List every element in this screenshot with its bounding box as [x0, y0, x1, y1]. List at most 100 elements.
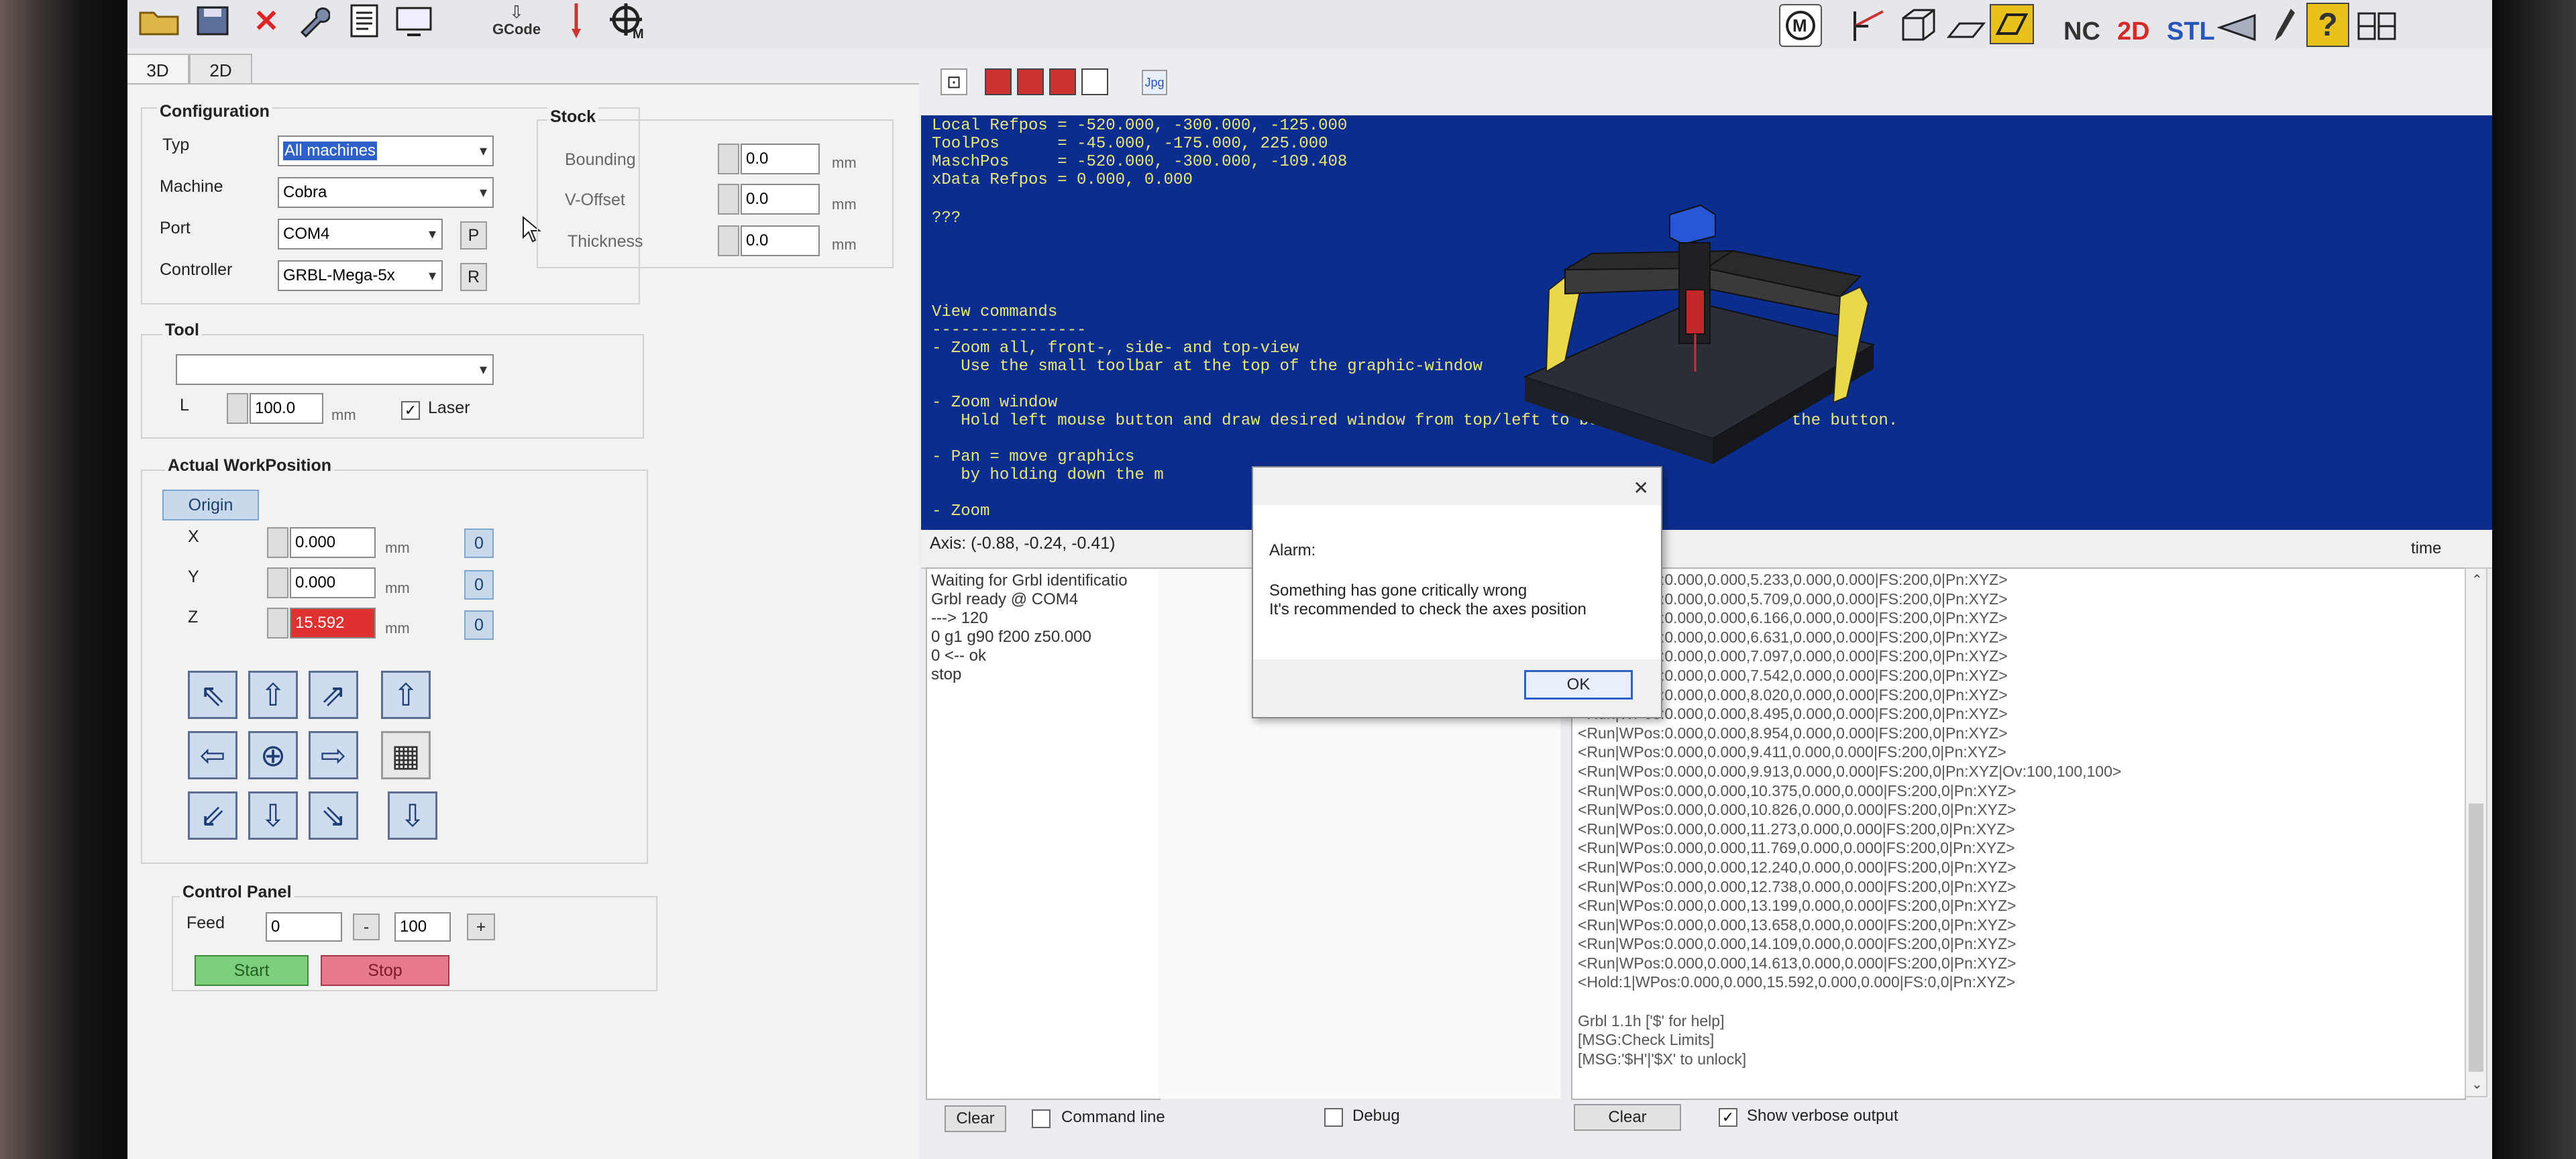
controller-r-button[interactable]: R — [460, 263, 487, 291]
x-position-input[interactable]: 0.000 — [290, 527, 376, 558]
port-p-button[interactable]: P — [460, 221, 487, 250]
tab-3d[interactable]: 3D — [127, 54, 189, 87]
tool-icon[interactable] — [2261, 4, 2308, 46]
wrench-icon[interactable] — [290, 0, 337, 42]
download-arrow-icon: ⇩ — [509, 2, 524, 22]
x-axis-label: X — [188, 527, 199, 546]
tool-length-input[interactable]: 100.0 — [250, 393, 323, 424]
view-front-button[interactable] — [985, 68, 1012, 95]
clear-left-button[interactable]: Clear — [945, 1105, 1006, 1132]
help-icon[interactable]: ? — [2306, 3, 2349, 47]
jog-down-right-button[interactable]: ⇘ — [309, 791, 358, 840]
tool-length-spinner[interactable] — [227, 393, 248, 424]
machine-target-icon[interactable]: M — [604, 0, 651, 42]
port-select[interactable]: COM4 ▾ — [278, 219, 443, 250]
typ-select[interactable]: All machines ▾ — [278, 135, 494, 166]
probe-icon[interactable] — [553, 0, 600, 42]
svg-text:M: M — [1792, 15, 1807, 36]
console-line: <Run|WPos:0.000,0.000,12.240,0.000,0.000… — [1578, 858, 2017, 876]
feed-input[interactable]: 0 — [266, 912, 342, 942]
jog-z-down-button[interactable]: ⇩ — [388, 791, 437, 840]
console-line: <Run|WPos:0.000,0.000,9.411,0.000,0.000|… — [1578, 743, 2006, 761]
jog-left-button[interactable]: ⇦ — [188, 731, 237, 779]
view-zoom-all-button[interactable]: ⊡ — [941, 68, 967, 95]
eye-icon[interactable] — [2214, 7, 2261, 48]
axes-icon[interactable] — [1845, 4, 1892, 46]
scroll-down-arrow-icon[interactable]: ⌄ — [2471, 1076, 2483, 1093]
document-icon[interactable] — [341, 0, 388, 42]
thickness-input[interactable]: 0.0 — [741, 225, 820, 256]
jpg-button[interactable]: Jpg — [1142, 70, 1167, 95]
layout-icon[interactable] — [2353, 5, 2400, 47]
layer-yellow-icon[interactable] — [1990, 4, 2034, 44]
console-line: <Run|WPos:0.000,0.000,13.658,0.000,0.000… — [1578, 916, 2017, 934]
nc-button[interactable]: NC — [2063, 17, 2100, 46]
gcode-button[interactable]: ⇩ GCode — [490, 0, 543, 42]
graphics-view[interactable]: Local Refpos = -520.000, -300.000, -125.… — [921, 115, 2492, 530]
tool-group — [141, 334, 644, 439]
axis-readout: Axis: (-0.88, -0.24, -0.41) — [930, 534, 1116, 553]
stl-button[interactable]: STL — [2167, 17, 2215, 46]
machine-select[interactable]: Cobra ▾ — [278, 177, 494, 208]
feed-plus-button[interactable]: + — [467, 914, 495, 940]
x-zero-button[interactable]: 0 — [464, 529, 494, 558]
jog-home-button[interactable]: ⊕ — [248, 731, 298, 779]
laser-checkbox[interactable]: ✓ — [401, 401, 420, 420]
jog-z-up-button[interactable]: ⇧ — [381, 671, 431, 719]
jog-down-left-button[interactable]: ⇙ — [188, 791, 237, 840]
feed-minus-button[interactable]: - — [353, 914, 380, 940]
console-output-left[interactable]: Waiting for Grbl identificatio Grbl ready… — [926, 567, 1161, 1100]
jog-up-left-button[interactable]: ⇖ — [188, 671, 237, 719]
console-line: <Hold:1|WPos:0.000,0.000,15.592,0.000,0.… — [1578, 973, 2016, 991]
debug-checkbox[interactable] — [1324, 1108, 1343, 1127]
view-top-button[interactable] — [1049, 68, 1076, 95]
cube-icon[interactable] — [1894, 4, 1941, 46]
jog-up-button[interactable]: ⇧ — [248, 671, 298, 719]
view-side-button[interactable] — [1017, 68, 1044, 95]
origin-button[interactable]: Origin — [162, 490, 259, 520]
y-zero-button[interactable]: 0 — [464, 570, 494, 600]
console-output-right[interactable]: <Run|WPos:0.000,0.000,5.233,0.000,0.000|… — [1571, 567, 2466, 1100]
view-iso-button[interactable] — [1081, 68, 1108, 95]
thickness-spinner[interactable] — [718, 225, 739, 256]
verbose-checkbox[interactable]: ✓ — [1719, 1108, 1737, 1127]
tool-select[interactable]: ▾ — [176, 354, 494, 385]
controller-select[interactable]: GRBL-Mega-5x ▾ — [278, 260, 443, 291]
machine-m-icon[interactable]: M — [1779, 4, 1822, 47]
main-toolbar: ✕ ⇩ GCode M M NC 2D STL ? — [127, 0, 2492, 48]
console-scrollbar[interactable]: ⌃ ⌄ — [2465, 567, 2487, 1097]
stop-button[interactable]: Stop — [321, 955, 449, 986]
tab-2d[interactable]: 2D — [189, 54, 252, 87]
y-spinner[interactable] — [267, 567, 288, 598]
jog-down-button[interactable]: ⇩ — [248, 791, 298, 840]
delete-icon[interactable]: ✕ — [243, 0, 290, 42]
console-line: <Run|WPos:0.000,0.000,10.375,0.000,0.000… — [1578, 781, 2017, 799]
start-button[interactable]: Start — [195, 955, 309, 986]
jog-up-right-button[interactable]: ⇗ — [309, 671, 358, 719]
console-line: <Run|WPos:0.000,0.000,12.738,0.000,0.000… — [1578, 877, 2017, 895]
2d-button[interactable]: 2D — [2117, 17, 2150, 46]
console-left-lines: Waiting for Grbl identificatio Grbl ready… — [927, 569, 1159, 687]
scroll-thumb[interactable] — [2469, 804, 2483, 1072]
feed-percent-input[interactable]: 100 — [394, 912, 451, 942]
bounding-input[interactable]: 0.0 — [741, 144, 820, 174]
z-zero-button[interactable]: 0 — [464, 610, 494, 640]
command-line-checkbox[interactable] — [1032, 1109, 1051, 1128]
voffset-input[interactable]: 0.0 — [741, 184, 820, 215]
jog-right-button[interactable]: ⇨ — [309, 731, 358, 779]
scroll-up-arrow-icon[interactable]: ⌃ — [2471, 571, 2483, 588]
plane-icon[interactable] — [1943, 7, 1990, 48]
open-folder-icon[interactable] — [136, 0, 182, 42]
z-position-input[interactable]: 15.592 — [290, 608, 376, 639]
monitor-icon[interactable] — [390, 0, 437, 42]
bounding-spinner[interactable] — [718, 144, 739, 174]
dialog-ok-button[interactable]: OK — [1524, 670, 1633, 700]
y-position-input[interactable]: 0.000 — [290, 567, 376, 598]
voffset-spinner[interactable] — [718, 184, 739, 215]
x-spinner[interactable] — [267, 527, 288, 558]
clear-right-button[interactable]: Clear — [1574, 1104, 1681, 1131]
dialog-close-button[interactable]: ✕ — [1633, 477, 1649, 499]
jog-keypad-button[interactable]: ▦ — [381, 731, 431, 779]
z-spinner[interactable] — [267, 608, 288, 639]
save-icon[interactable] — [189, 0, 236, 42]
